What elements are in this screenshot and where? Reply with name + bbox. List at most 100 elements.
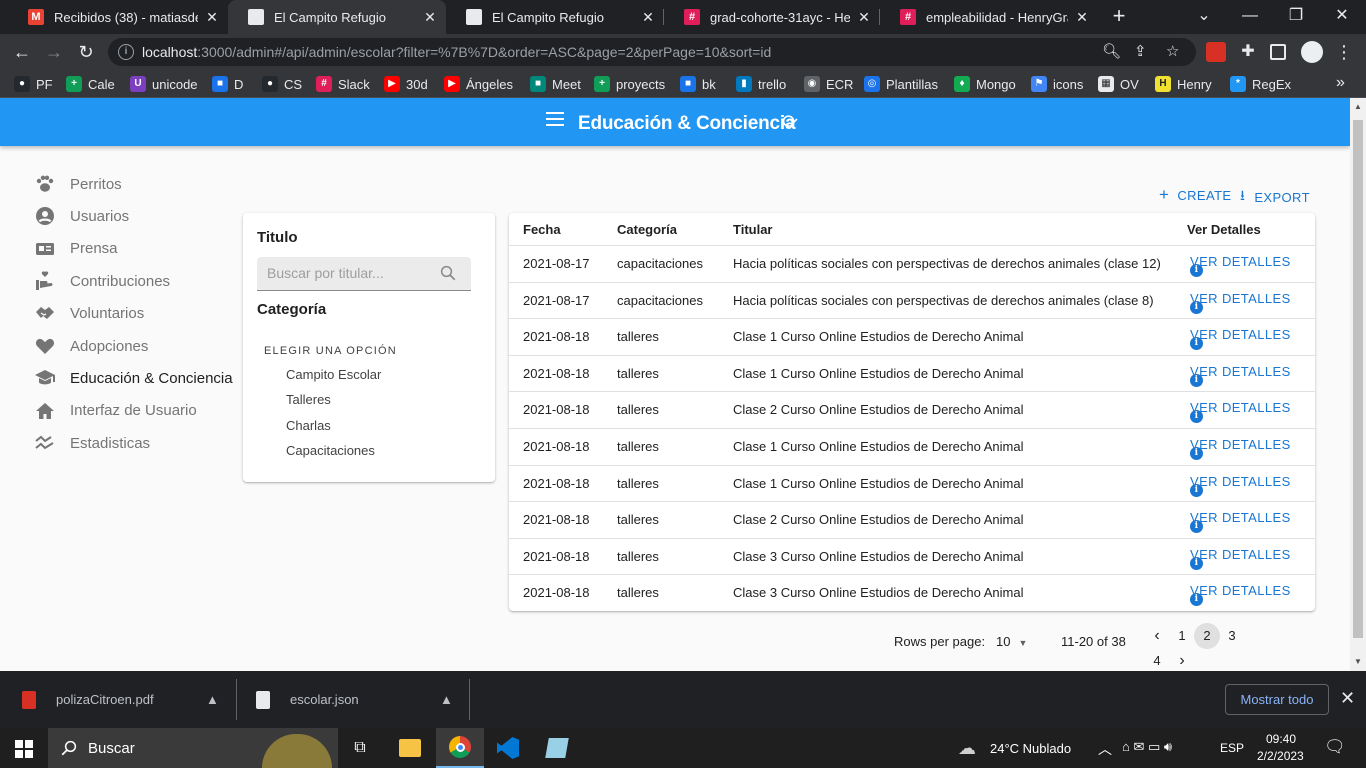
view-details-button[interactable]: i VER DETALLES [1190, 327, 1291, 351]
tab-close-icon[interactable]: ✕ [856, 9, 872, 26]
file-explorer-icon[interactable] [386, 728, 434, 768]
bookmark-item[interactable]: Uunicode [130, 76, 198, 92]
chrome-taskbar-icon[interactable] [436, 728, 484, 768]
vscode-taskbar-icon[interactable] [484, 728, 532, 768]
browser-tab[interactable]: El Campito Refugio ✕ [446, 0, 664, 34]
view-details-button[interactable]: i VER DETALLES [1190, 547, 1291, 570]
side-panel-icon[interactable] [1270, 44, 1286, 60]
view-details-button[interactable]: i VER DETALLES [1190, 437, 1291, 460]
bookmark-item[interactable]: ■ Meet [530, 76, 581, 92]
browser-tab[interactable]: # grad-cohorte-31ayc - Henry ✕ [664, 0, 880, 34]
next-page-chevron-icon[interactable]: › [1169, 648, 1195, 671]
bookmark-item[interactable]: ■ bk [680, 76, 716, 92]
view-details-button[interactable]: i VER DETALLES [1190, 291, 1291, 314]
col-header-fecha[interactable]: Fecha [523, 222, 561, 237]
category-option[interactable]: Charlas [286, 418, 331, 433]
maximize-button[interactable]: ❐ [1273, 0, 1319, 34]
weather-cloud-icon[interactable]: ☁ [958, 738, 976, 759]
table-row[interactable]: 2021-08-17 capacitaciones Hacia políticas … [509, 281, 1315, 319]
page-number-button[interactable]: 4 [1144, 648, 1170, 671]
extension-icon[interactable] [1206, 42, 1226, 62]
rows-per-page-select[interactable]: 10 ▼ [996, 634, 1027, 649]
more-bookmarks-button[interactable]: » [1336, 74, 1345, 92]
view-details-button[interactable]: i VER DETALLES [1190, 364, 1291, 387]
view-details-button[interactable]: i VER DETALLES [1190, 510, 1291, 534]
page-scrollbar[interactable]: ▲ ▼ [1350, 98, 1366, 671]
bookmark-item[interactable]: + proyects [594, 76, 665, 92]
bookmark-item[interactable]: H Henry [1155, 76, 1212, 92]
bookmark-item[interactable]: # Slack [316, 76, 370, 92]
prev-page-chevron-icon[interactable]: ‹ [1144, 623, 1170, 649]
sidebar-item[interactable]: Adopciones [34, 334, 148, 358]
bookmark-item[interactable]: ⚑ icons [1031, 76, 1083, 92]
category-option[interactable]: Capacitaciones [286, 443, 375, 458]
address-bar[interactable]: i localhost:3000/admin#/api/admin/escola… [108, 38, 1196, 66]
extensions-puzzle-icon[interactable]: ✚ [1238, 42, 1258, 62]
clock-time[interactable]: 09:40 [1266, 732, 1296, 746]
refresh-icon[interactable]: ⟳ [782, 111, 798, 134]
view-details-button[interactable]: i VER DETALLES [1190, 400, 1291, 424]
bookmark-item[interactable]: + Cale [66, 76, 115, 92]
tab-close-icon[interactable]: ✕ [640, 9, 656, 26]
search-field[interactable] [257, 257, 471, 291]
view-details-button[interactable]: i VER DETALLES [1190, 254, 1291, 277]
tab-close-icon[interactable]: ✕ [204, 9, 220, 26]
page-number-button[interactable]: 3 [1219, 623, 1245, 649]
choose-option-label[interactable]: ELEGIR UNA OPCIÓN [264, 345, 397, 357]
bookmark-item[interactable]: ♦ Mongo [954, 76, 1016, 92]
table-row[interactable]: 2021-08-18 talleres Clase 3 Curso Online E… [509, 574, 1315, 611]
bookmark-item[interactable]: ▶ Ángeles [444, 76, 513, 92]
profile-avatar[interactable] [1301, 41, 1323, 63]
bookmark-item[interactable]: ▶ 30d [384, 76, 428, 92]
minimize-button[interactable]: — [1227, 0, 1273, 34]
close-window-button[interactable]: ✕ [1319, 0, 1365, 34]
bookmark-item[interactable]: ◎ Plantillas [864, 76, 938, 92]
task-view-icon[interactable]: ⧉ [336, 728, 384, 768]
url-text[interactable]: localhost:3000/admin#/api/admin/escolar?… [142, 44, 771, 60]
create-button[interactable]: + CREATE [1159, 185, 1232, 205]
col-header-titular[interactable]: Titular [733, 222, 773, 237]
hamburger-menu-icon[interactable] [546, 112, 564, 132]
chevron-up-icon[interactable]: ▲ [206, 671, 219, 728]
category-option[interactable]: Campito Escolar [286, 367, 381, 382]
site-info-icon[interactable]: i [118, 44, 134, 60]
new-tab-button[interactable]: + [1106, 4, 1132, 30]
bookmark-item[interactable]: * RegEx [1230, 76, 1291, 92]
page-number-button[interactable]: 2 [1194, 623, 1220, 649]
table-row[interactable]: 2021-08-18 talleres Clase 1 Curso Online E… [509, 318, 1315, 355]
view-details-button[interactable]: i VER DETALLES [1190, 474, 1291, 497]
category-option[interactable]: Talleres [286, 392, 331, 407]
forward-arrow-icon[interactable]: → [42, 40, 66, 64]
table-row[interactable]: 2021-08-18 talleres Clase 1 Curso Online E… [509, 354, 1315, 392]
app-taskbar-icon[interactable] [533, 728, 581, 768]
search-input[interactable] [267, 265, 435, 281]
chevron-up-icon[interactable]: ▲ [440, 671, 453, 728]
tab-search-chevron-icon[interactable]: ⌄ [1181, 0, 1227, 34]
show-all-downloads-button[interactable]: Mostrar todo [1225, 684, 1329, 715]
table-row[interactable]: 2021-08-18 talleres Clase 2 Curso Online E… [509, 391, 1315, 428]
taskbar-search-box[interactable]: Buscar [48, 728, 338, 768]
language-indicator[interactable]: ESP [1220, 741, 1244, 755]
sidebar-item[interactable]: Interfaz de Usuario [34, 399, 197, 423]
tab-close-icon[interactable]: ✕ [422, 9, 438, 26]
scrollbar-thumb[interactable] [1353, 120, 1363, 638]
table-row[interactable]: 2021-08-17 capacitaciones Hacia políticas … [509, 245, 1315, 282]
browser-menu-icon[interactable]: ⋮ [1332, 40, 1356, 64]
sidebar-item[interactable]: Voluntarios [34, 302, 144, 326]
sidebar-item[interactable]: Contribuciones [34, 269, 170, 293]
tray-icons[interactable]: ⌂ ✉ ▭ 🔊︎ [1122, 739, 1172, 755]
bookmark-item[interactable]: ▦ OV [1098, 76, 1139, 92]
clock-date[interactable]: 2/2/2023 [1257, 749, 1304, 763]
col-header-categoria[interactable]: Categoría [617, 222, 677, 237]
tab-close-icon[interactable]: ✕ [1074, 9, 1090, 26]
zoom-icon[interactable]: 🔍︎ [1102, 42, 1121, 60]
page-number-button[interactable]: 1 [1169, 623, 1195, 649]
scroll-down-arrow-icon[interactable]: ▼ [1354, 657, 1362, 666]
bookmark-item[interactable]: ◉ ECR [804, 76, 853, 92]
browser-tab[interactable]: El Campito Refugio ✕ [228, 0, 446, 34]
bookmark-item[interactable]: ■ D [212, 76, 243, 92]
share-icon[interactable]: ⇪ [1134, 42, 1147, 60]
sidebar-item[interactable]: Estadisticas [34, 431, 150, 455]
browser-tab[interactable]: # empleabilidad - HenryGrads ✕ [880, 0, 1098, 34]
bookmark-item[interactable]: ▮ trello [736, 76, 786, 92]
